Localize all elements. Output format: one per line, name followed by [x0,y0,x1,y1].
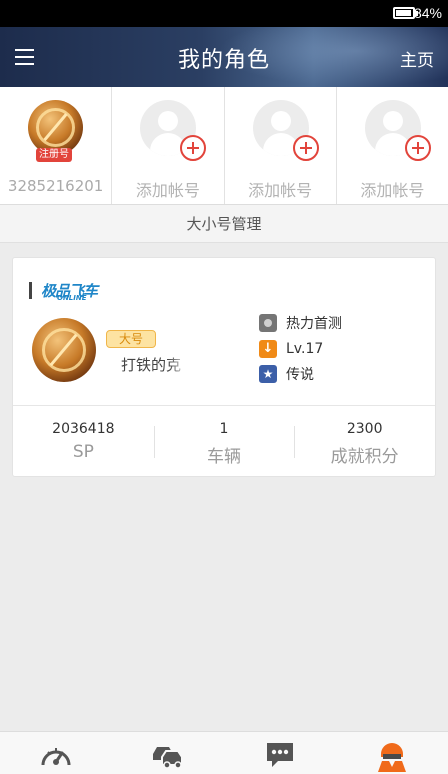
stat-value: 2300 [346,421,383,437]
rank-star-icon: ★ [259,365,277,383]
stat-achievement-points: 2300 成就积分 [294,406,435,477]
registered-badge: 注册号 [36,148,72,162]
account-slot-registered[interactable]: 注册号 3285216201 [0,87,113,204]
stat-sp: 2036418 SP [13,406,154,477]
server-attribute: 热力首测 [259,313,342,333]
stat-label: 成就积分 [330,447,399,467]
add-account-slot[interactable]: 添加帐号 [112,87,225,204]
level-value: Lv.17 [286,341,324,357]
stat-vehicles: 1 车辆 [153,406,295,477]
server-name: 热力首测 [286,316,342,332]
add-account-label: 添加帐号 [360,181,425,200]
add-icon [404,135,431,161]
server-icon [259,314,277,332]
cars-icon [153,747,183,769]
add-icon [180,135,207,161]
game-role-card[interactable]: 极品飞车 ONLINE 大号 打铁的克 热力首测 ↓ Lv.17 ★ 传说 20… [12,257,436,477]
avatar [28,100,83,155]
nav-tab-garage[interactable] [112,732,224,774]
game-logo-subtext: ONLINE [57,294,87,302]
battery-percentage: 84% [413,5,442,21]
page-title: 我的角色 [177,48,270,73]
app-header: 我的角色 主页 [0,27,448,87]
battery-icon [393,7,418,19]
rank-attribute: ★ 传说 [259,364,314,384]
stat-value: 2036418 [52,421,115,437]
account-management-button[interactable]: 大小号管理 [0,205,448,243]
role-name: 打铁的克 [121,356,182,374]
stat-label: SP [72,442,94,462]
add-icon [292,135,319,161]
add-account-slot[interactable]: 添加帐号 [225,87,337,204]
status-bar: 84% [0,0,448,27]
nav-tab-speedometer[interactable] [0,732,112,774]
home-link[interactable]: 主页 [400,46,434,71]
role-avatar [32,318,96,382]
add-account-label: 添加帐号 [248,181,313,200]
nav-tab-messages[interactable] [224,732,336,774]
speedometer-icon [41,748,71,766]
stat-value: 1 [219,421,229,437]
main-account-badge: 大号 [106,330,156,348]
account-number: 3285216201 [7,177,104,195]
level-attribute: ↓ Lv.17 [259,339,323,359]
account-list: 注册号 3285216201 添加帐号 添加帐号 添加帐号 [0,87,448,205]
stat-label: 车辆 [207,447,241,467]
chat-bubble-icon [267,743,293,767]
add-account-slot[interactable]: 添加帐号 [337,87,448,204]
racer-profile-icon [378,743,406,772]
role-stats: 2036418 SP 1 车辆 2300 成就积分 [13,405,435,477]
rank-value: 传说 [286,367,314,383]
add-account-label: 添加帐号 [135,181,200,200]
bottom-navigation [0,731,448,774]
nav-tab-profile[interactable] [336,732,448,774]
level-icon: ↓ [259,340,277,358]
